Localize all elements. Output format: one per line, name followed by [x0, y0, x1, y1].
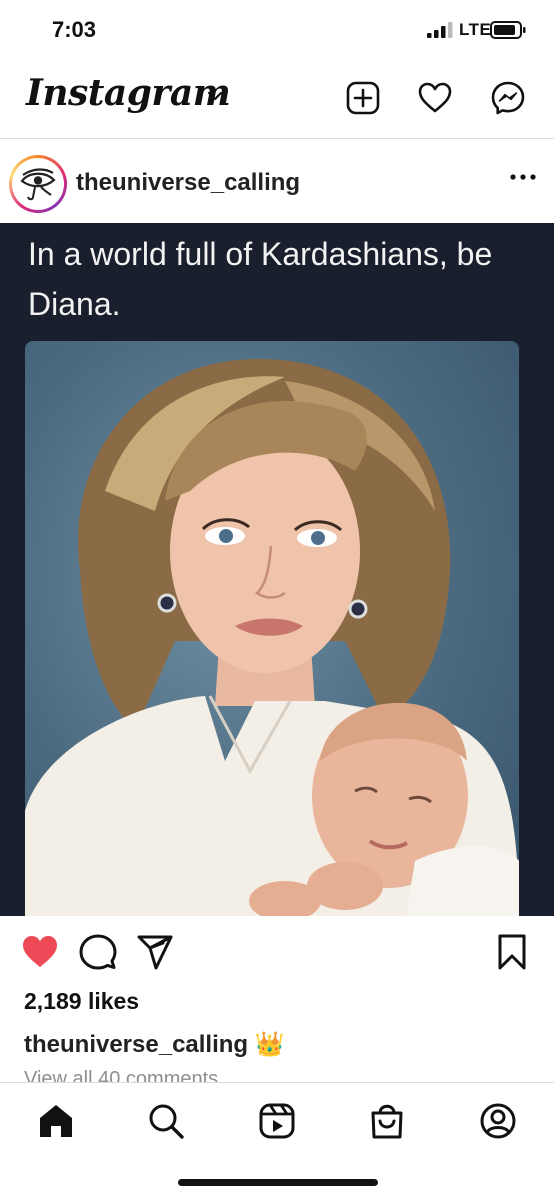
battery-icon — [490, 21, 526, 39]
image-caption-text: In a world full of Kardashians, be Diana… — [28, 236, 493, 322]
more-options-icon[interactable] — [508, 172, 538, 182]
instagram-logo[interactable]: Instagram — [26, 72, 231, 114]
like-icon[interactable] — [20, 932, 60, 972]
bottom-navigation — [0, 1082, 554, 1201]
comment-icon[interactable] — [78, 932, 118, 972]
post-caption: theuniverse_calling 👑 — [24, 1030, 285, 1059]
portrait-photo — [25, 341, 519, 916]
app-header: Instagram — [0, 62, 554, 139]
post-image[interactable]: In a world full of Kardashians, be Diana… — [0, 223, 554, 916]
activity-heart-icon[interactable] — [417, 80, 453, 116]
post-username[interactable]: theuniverse_calling — [76, 169, 300, 197]
network-type: LTE — [459, 20, 492, 39]
avatar[interactable] — [9, 155, 67, 213]
post-header: theuniverse_calling — [0, 139, 554, 223]
signal-icon — [427, 22, 453, 38]
search-icon[interactable] — [146, 1101, 186, 1141]
home-indicator — [178, 1179, 378, 1186]
eye-of-horus-icon — [20, 168, 56, 201]
profile-icon[interactable] — [478, 1101, 518, 1141]
status-time: 7:03 — [52, 17, 97, 42]
shop-icon[interactable] — [367, 1101, 407, 1141]
chevron-down-icon[interactable] — [206, 90, 224, 102]
share-icon[interactable] — [135, 932, 175, 972]
home-icon[interactable] — [36, 1101, 76, 1141]
caption-username[interactable]: theuniverse_calling — [24, 1031, 248, 1058]
status-bar: 7:03 LTE — [0, 0, 554, 62]
save-icon[interactable] — [492, 932, 532, 972]
new-post-icon[interactable] — [345, 80, 381, 116]
post-actions — [0, 916, 554, 986]
messenger-icon[interactable] — [490, 80, 526, 116]
reels-icon[interactable] — [257, 1101, 297, 1141]
crown-emoji: 👑 — [254, 1031, 285, 1058]
likes-count[interactable]: 2,189 likes — [24, 988, 139, 1015]
